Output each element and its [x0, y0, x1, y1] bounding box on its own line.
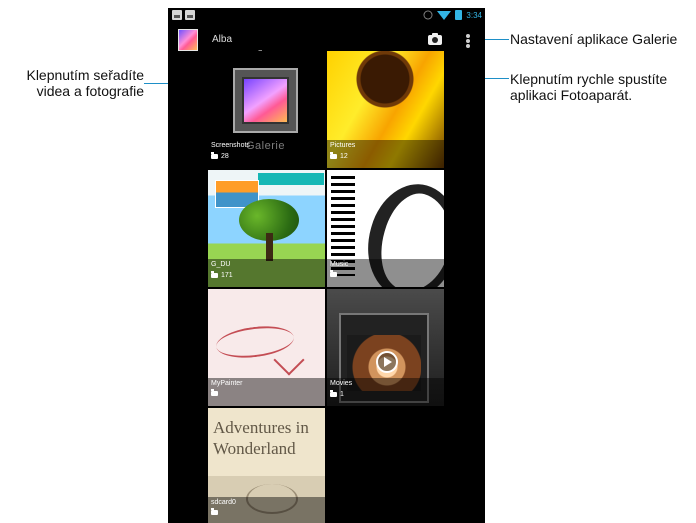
- play-icon: [376, 351, 398, 373]
- album-count: [211, 508, 221, 515]
- status-left-icons: [172, 10, 195, 20]
- gallery-icon: [185, 10, 195, 20]
- folder-icon: [211, 152, 218, 159]
- album-name: G_DU: [211, 261, 231, 268]
- gallery-app-large-icon: [233, 68, 298, 133]
- album-view-dropdown[interactable]: Alba: [212, 34, 232, 45]
- album-count-value: 1: [340, 391, 344, 398]
- callout-settings-label: Nastavení aplikace Galerie: [510, 31, 678, 47]
- album-name: Music: [330, 261, 349, 268]
- album-label: Movies 1: [327, 378, 444, 406]
- album-label: Pictures 12: [327, 140, 444, 168]
- battery-icon: [455, 10, 463, 20]
- album-tile-movies[interactable]: Movies 1: [327, 289, 444, 406]
- album-count-value: 12: [340, 153, 348, 160]
- album-grid: Galerie Screenshots 28 Pictures 12 G_DU …: [208, 51, 444, 523]
- status-right-icons: 3:34: [423, 10, 482, 20]
- album-count: 171: [211, 271, 233, 279]
- overflow-menu-icon[interactable]: [466, 34, 470, 48]
- album-count-value: 28: [221, 153, 229, 160]
- album-name: Movies: [330, 380, 353, 387]
- status-time: 3:34: [466, 10, 482, 20]
- album-name: Pictures: [330, 142, 356, 149]
- folder-icon: [330, 390, 337, 397]
- album-tile-screenshots[interactable]: Galerie Screenshots 28: [208, 51, 325, 168]
- album-count: 1: [330, 390, 344, 398]
- album-count: [330, 270, 340, 277]
- album-name: MyPainter: [211, 380, 243, 387]
- album-tile-sdcard0[interactable]: Adventures in Wonderland sdcard0: [208, 408, 325, 523]
- screen-rotation-icon: [423, 10, 433, 20]
- album-count: [211, 389, 221, 396]
- callout-camera-label: Klepnutím rychle spustíte aplikaci Fotoa…: [510, 71, 668, 103]
- album-label: Screenshots 28: [208, 140, 325, 168]
- folder-icon: [330, 152, 337, 159]
- album-name: Screenshots: [211, 142, 250, 149]
- gallery-app-icon: [178, 29, 198, 51]
- gallery-screen: 3:34 Alba Galerie Screenshots 28 Picture…: [168, 8, 485, 523]
- folder-icon: [211, 389, 218, 396]
- album-label: MyPainter: [208, 378, 325, 406]
- camera-icon[interactable]: [428, 33, 442, 45]
- album-count: 28: [211, 152, 229, 160]
- album-label: G_DU 171: [208, 259, 325, 287]
- folder-icon: [211, 508, 218, 515]
- album-tile-music[interactable]: Music: [327, 170, 444, 287]
- album-count: 12: [330, 152, 348, 160]
- album-count-value: 171: [221, 272, 233, 279]
- callout-sort-label: Klepnutím seřadíte videa a fotografie: [26, 67, 144, 99]
- album-tile-g-du[interactable]: G_DU 171: [208, 170, 325, 287]
- gallery-icon: [172, 10, 182, 20]
- album-tile-pictures[interactable]: Pictures 12: [327, 51, 444, 168]
- folder-icon: [211, 271, 218, 278]
- book-title: Adventures in Wonderland: [213, 418, 309, 458]
- thumbnail-strip: [258, 173, 324, 185]
- album-label: sdcard0: [208, 497, 325, 523]
- folder-icon: [330, 270, 337, 277]
- wifi-icon: [437, 10, 452, 20]
- status-bar: 3:34: [168, 8, 485, 26]
- album-tile-mypainter[interactable]: MyPainter: [208, 289, 325, 406]
- album-name: sdcard0: [211, 499, 236, 506]
- tree-trunk: [266, 233, 273, 261]
- album-label: Music: [327, 259, 444, 287]
